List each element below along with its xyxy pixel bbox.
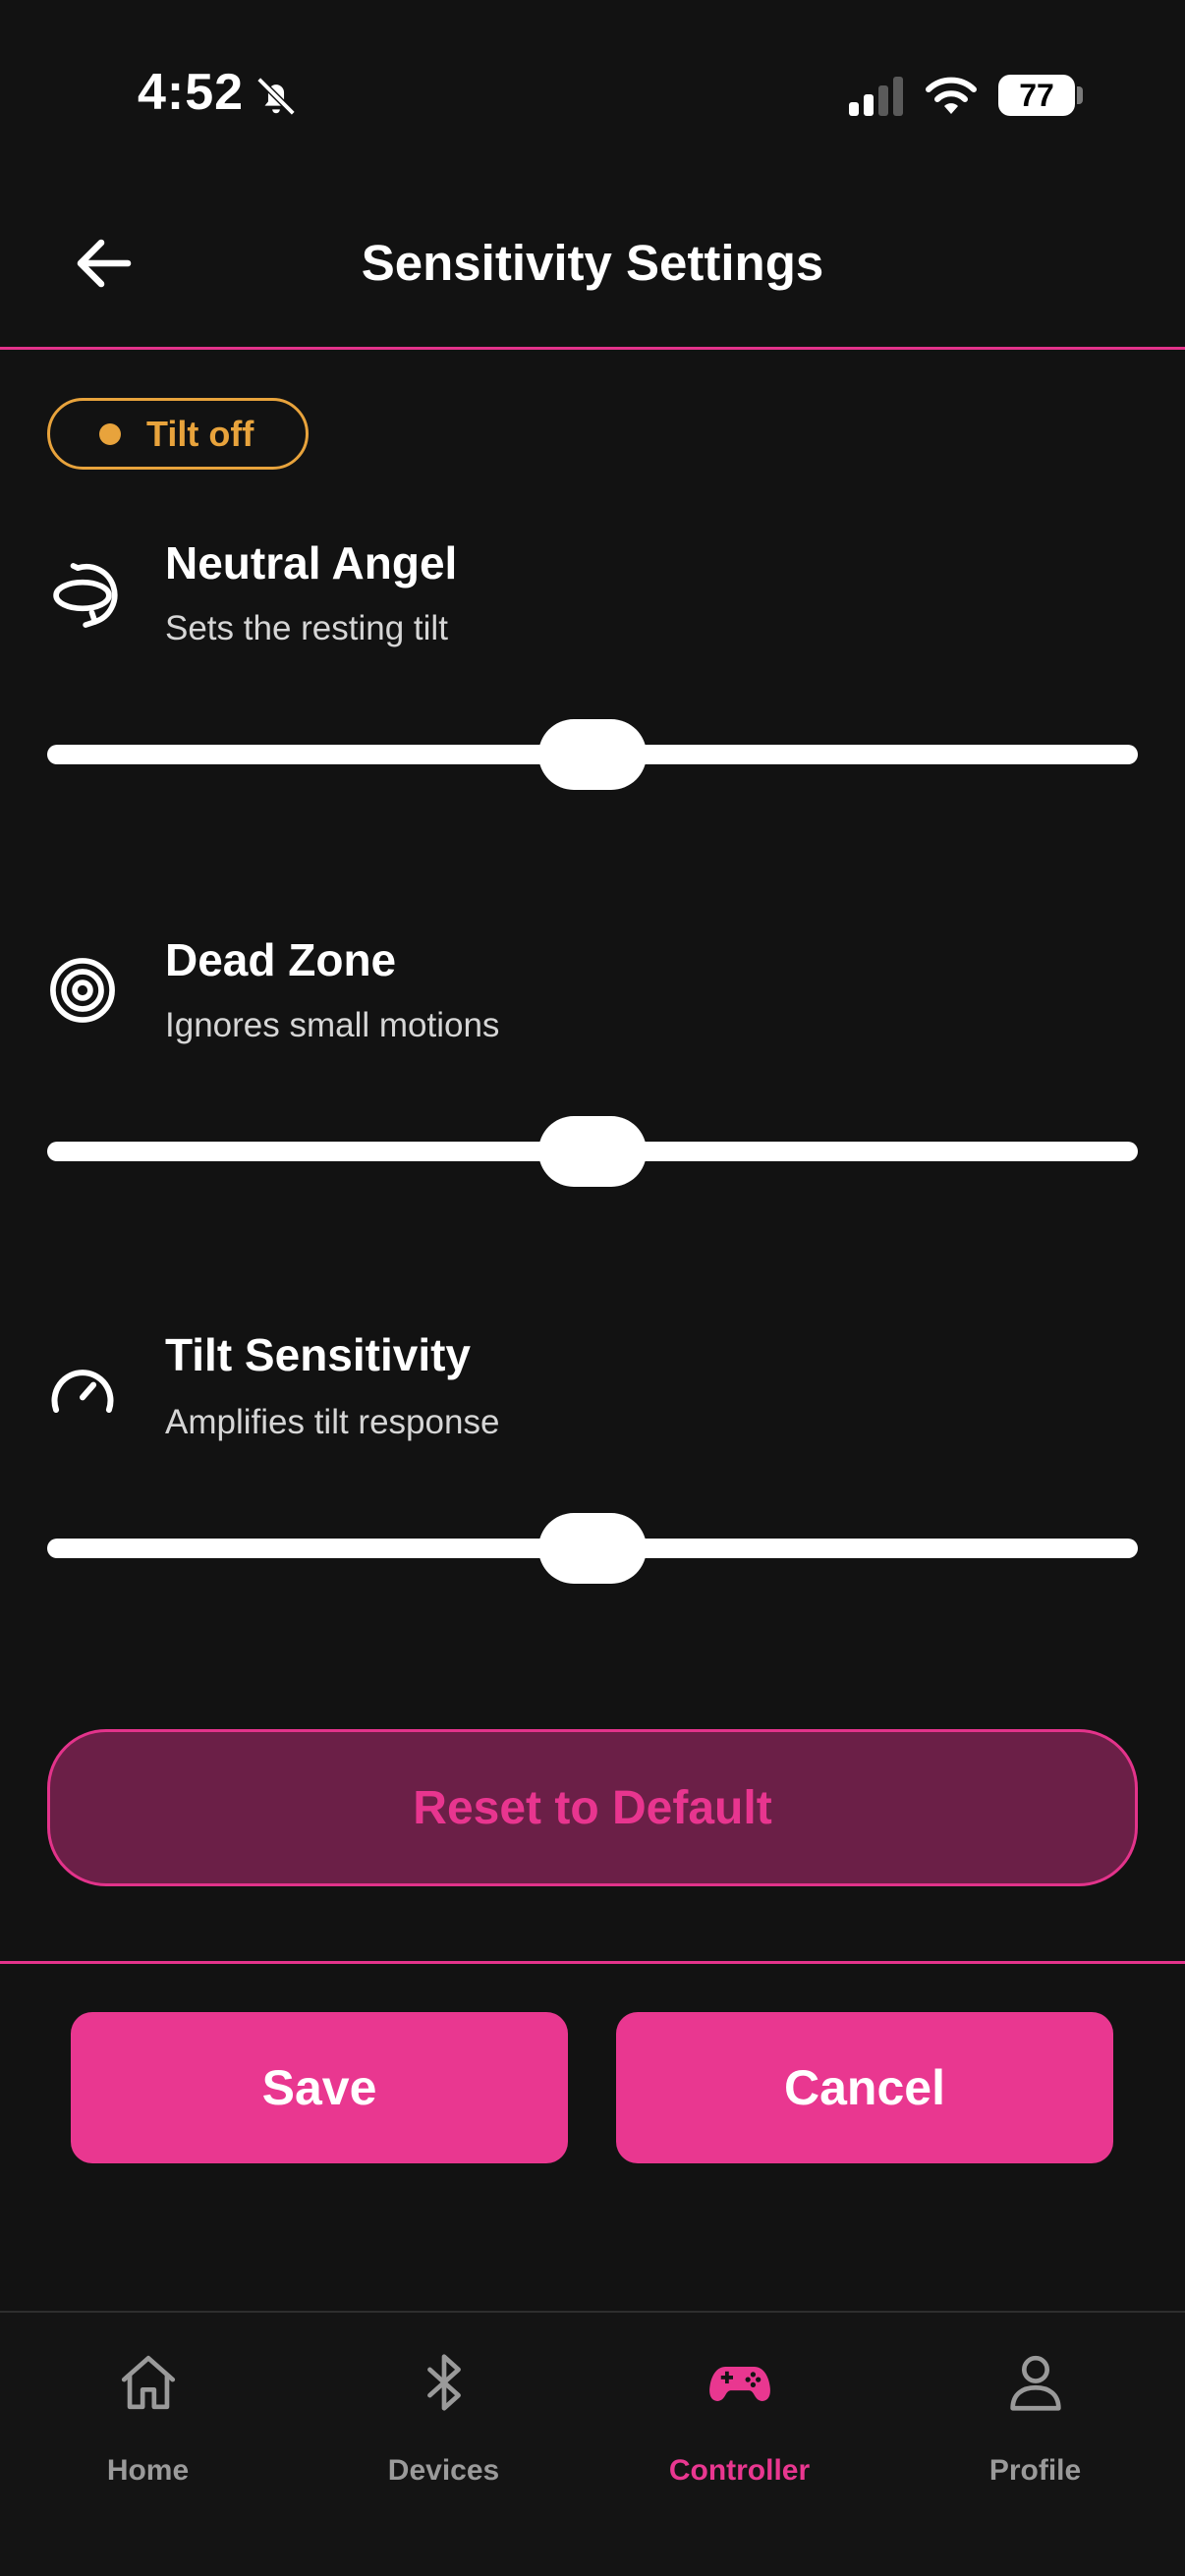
sensitivity-settings-screen: 4:52 77 Sensitivity Settings Tilt off Ne… [0,0,1185,2576]
tab-label: Profile [988,2454,1082,2487]
tab-bar: Home Devices Controller Profile [0,2311,1185,2576]
tab-controller[interactable]: Controller [592,2313,887,2576]
save-button[interactable]: Save [71,2012,568,2163]
tab-devices[interactable]: Devices [296,2313,592,2576]
tilt-status-label: Tilt off [146,413,254,454]
target-icon [50,958,115,1023]
dead-zone-slider-thumb[interactable] [538,1116,647,1187]
gamepad-icon [709,2366,770,2401]
tab-label: Controller [668,2454,811,2487]
bluetooth-icon [427,2354,461,2411]
tab-profile[interactable]: Profile [887,2313,1183,2576]
wifi-icon [926,77,977,114]
rotate-icon [53,563,118,628]
user-icon [1010,2355,1061,2411]
home-icon [121,2355,176,2410]
setting-description: Sets the resting tilt [165,609,448,647]
tilt-status-badge: Tilt off [47,398,309,470]
gauge-icon [51,1370,114,1414]
page-title: Sensitivity Settings [361,235,824,291]
reset-to-default-button[interactable]: Reset to Default [47,1729,1138,1886]
cancel-button[interactable]: Cancel [616,2012,1113,2163]
tab-home[interactable]: Home [0,2313,296,2576]
tab-label: Home [106,2454,190,2487]
tilt-sensitivity-slider-thumb[interactable] [538,1513,647,1584]
setting-description: Ignores small motions [165,1006,500,1044]
signal-icon [849,77,903,116]
setting-title: Neutral Angel [165,537,458,588]
divider [0,1961,1185,1964]
tab-label: Devices [387,2454,500,2487]
setting-tilt-sensitivity: Tilt Sensitivity Amplifies tilt response [0,1324,1185,1619]
neutral-angle-slider-thumb[interactable] [538,719,647,790]
setting-title: Dead Zone [165,934,397,985]
setting-description: Amplifies tilt response [165,1403,500,1441]
battery-cap [1077,86,1083,104]
battery-icon: 77 [998,75,1075,116]
status-dot [99,422,121,445]
status-bar: 4:52 77 [0,0,1185,187]
setting-neutral-angle: Neutral Angel Sets the resting tilt [0,531,1185,825]
status-time: 4:52 [138,64,245,121]
header: Sensitivity Settings [0,187,1185,350]
setting-dead-zone: Dead Zone Ignores small motions [0,927,1185,1222]
setting-title: Tilt Sensitivity [165,1329,472,1380]
bell-off-icon [256,77,296,116]
